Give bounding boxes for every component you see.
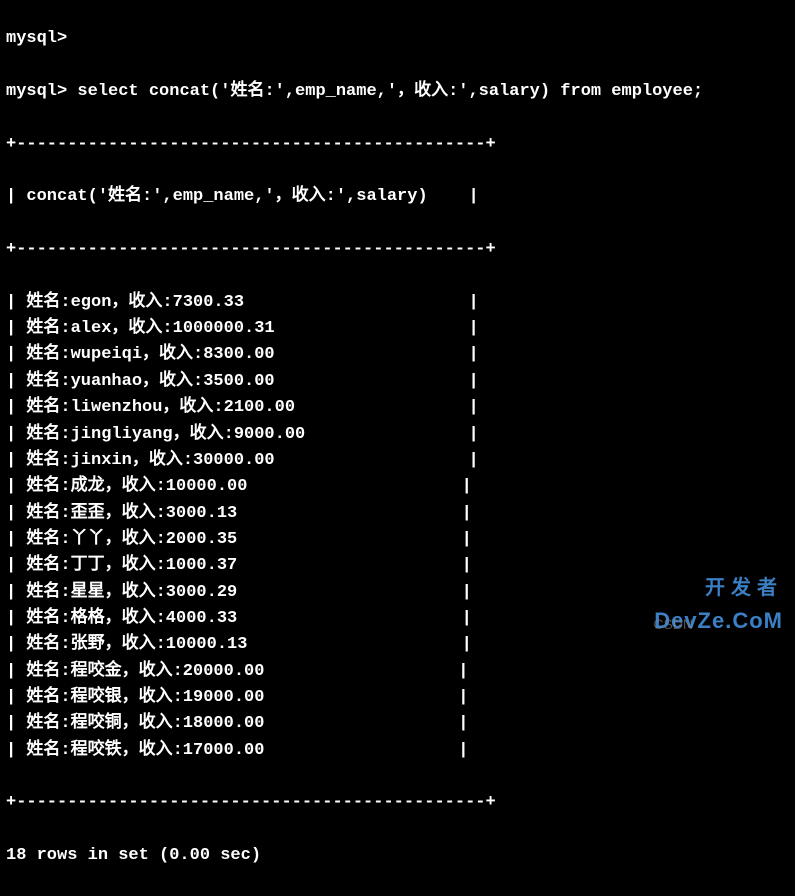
table-row: | 姓名:丫丫，收入:2000.35 | [6,527,789,553]
watermark: CSDN 开发者 DevZe.CoM [654,573,783,638]
table-rows: | 姓名:egon，收入:7300.33 || 姓名:alex，收入:10000… [6,290,789,764]
table-border-mid: +---------------------------------------… [6,237,789,263]
table-row: | 姓名:程咬银，收入:19000.00 | [6,685,789,711]
sql-query: select concat('姓名:',emp_name,'，收入:',sala… [77,82,703,101]
table-row: | 姓名:yuanhao，收入:3500.00 | [6,369,789,395]
result-footer: 18 rows in set (0.00 sec) [6,843,789,869]
table-row: | 姓名:程咬铁，收入:17000.00 | [6,738,789,764]
table-row: | 姓名:wupeiqi，收入:8300.00 | [6,342,789,368]
table-border-bottom: +---------------------------------------… [6,790,789,816]
table-row: | 姓名:jinxin，收入:30000.00 | [6,448,789,474]
table-row: | 姓名:程咬金，收入:20000.00 | [6,659,789,685]
table-row: | 姓名:alex，收入:1000000.31 | [6,316,789,342]
table-row: | 姓名:成龙，收入:10000.00 | [6,474,789,500]
table-header: | concat('姓名:',emp_name,'，收入:',salary) | [6,184,789,210]
table-row: | 姓名:egon，收入:7300.33 | [6,290,789,316]
table-row: | 姓名:liwenzhou，收入:2100.00 | [6,395,789,421]
table-row: | 姓名:歪歪，收入:3000.13 | [6,501,789,527]
prompt: mysql> [6,82,77,101]
prompt-partial: mysql> [6,26,789,52]
table-row: | 姓名:程咬铜，收入:18000.00 | [6,711,789,737]
watermark-csdn: CSDN [653,614,693,636]
table-border-top: +---------------------------------------… [6,132,789,158]
table-row: | 姓名:jingliyang，收入:9000.00 | [6,422,789,448]
mysql-terminal[interactable]: mysql> mysql> select concat('姓名:',emp_na… [0,0,795,896]
query-line: mysql> select concat('姓名:',emp_name,'，收入… [6,79,789,105]
watermark-cn: 开发者 [654,573,783,604]
